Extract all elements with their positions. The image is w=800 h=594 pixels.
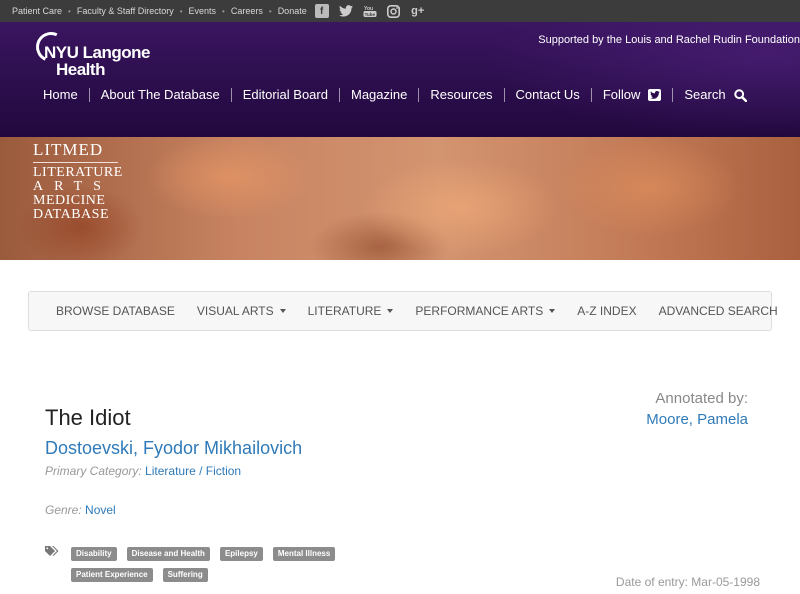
database-nav: BROWSE DATABASE VISUAL ARTS LITERATURE P… — [28, 291, 778, 331]
twitter-icon[interactable] — [648, 89, 662, 101]
subnav-visual-arts[interactable]: VISUAL ARTS — [186, 304, 297, 318]
banner-line3: ARTS — [33, 179, 112, 194]
utility-separator: • — [68, 6, 71, 16]
utility-link-directory[interactable]: Faculty & Staff Directory — [77, 6, 174, 16]
search-icon[interactable] — [733, 88, 747, 102]
subnav-performance-arts[interactable]: PERFORMANCE ARTS — [404, 304, 566, 318]
annotator-block: Annotated by: Moore, Pamela — [646, 390, 748, 428]
utility-link-careers[interactable]: Careers — [231, 6, 263, 16]
tag-disability[interactable]: Disability — [71, 547, 117, 561]
caret-down-icon — [549, 309, 556, 313]
site-header: NYU Langone Health Supported by the Loui… — [0, 22, 800, 137]
utility-separator: • — [179, 6, 183, 16]
google-plus-icon[interactable]: g+ — [411, 4, 425, 18]
instagram-icon[interactable] — [387, 4, 401, 18]
subnav-literature-label: LITERATURE — [307, 304, 382, 318]
utility-link-patient-care[interactable]: Patient Care — [12, 6, 62, 16]
subnav-advanced-search[interactable]: ADVANCED SEARCH — [648, 304, 789, 318]
logo-text-line2: Health — [56, 60, 105, 79]
subnav-browse-database[interactable]: BROWSE DATABASE — [45, 304, 186, 318]
tag-suffering[interactable]: Suffering — [162, 568, 208, 582]
banner-line1: LITMED — [33, 140, 104, 159]
subnav-az-index[interactable]: A-Z INDEX — [566, 304, 647, 318]
nav-about[interactable]: About The Database — [88, 88, 231, 102]
keyword-tags: Disability Disease and Health Epilepsy M… — [71, 547, 371, 589]
genre: Genre: Novel — [45, 503, 116, 517]
nav-search[interactable]: Search — [672, 88, 757, 102]
supported-by-text: Supported by the Louis and Rachel Rudin … — [538, 34, 800, 46]
litmed-banner: LITMED LITERATURE ARTS MEDICINE DATABASE — [0, 137, 800, 260]
tag-disease-and-health[interactable]: Disease and Health — [126, 547, 210, 561]
genre-label: Genre: — [45, 503, 82, 517]
subnav-visual-arts-label: VISUAL ARTS — [196, 304, 274, 318]
nav-resources[interactable]: Resources — [418, 88, 503, 102]
entry-title: The Idiot — [45, 405, 131, 430]
twitter-icon[interactable] — [338, 4, 353, 18]
category-literature-link[interactable]: Literature — [145, 464, 196, 478]
tag-mental-illness[interactable]: Mental Illness — [272, 547, 336, 561]
tags-icon — [44, 545, 60, 563]
author-link[interactable]: Dostoevski, Fyodor Mikhailovich — [45, 438, 302, 459]
tag-row: Disability Disease and Health Epilepsy M… — [71, 547, 371, 561]
nav-contact[interactable]: Contact Us — [503, 88, 591, 102]
tag-row: Patient Experience Suffering — [71, 568, 371, 582]
genre-novel-link[interactable]: Novel — [85, 503, 116, 517]
utility-separator: • — [222, 6, 225, 16]
utility-separator: • — [268, 6, 272, 16]
banner-line5: DATABASE — [33, 207, 109, 222]
litmed-wordmark[interactable]: LITMED LITERATURE ARTS MEDICINE DATABASE — [33, 140, 123, 222]
category-separator: / — [195, 464, 206, 478]
banner-line2: LITERATURE — [33, 165, 123, 180]
category-fiction-link[interactable]: Fiction — [206, 464, 241, 478]
primary-category-label: Primary Category: — [45, 464, 142, 478]
social-links: f You Tube g+ — [314, 4, 425, 18]
nav-home[interactable]: Home — [32, 88, 89, 102]
nav-search-label: Search — [684, 87, 726, 102]
banner-divider — [33, 162, 118, 163]
utility-bar: Patient Care • Faculty & Staff Directory… — [0, 0, 800, 22]
nav-magazine[interactable]: Magazine — [338, 88, 418, 102]
primary-category: Primary Category: Literature / Fiction — [45, 464, 241, 478]
svg-text:Tube: Tube — [364, 12, 375, 17]
subnav-literature[interactable]: LITERATURE — [297, 304, 405, 318]
utility-link-events[interactable]: Events — [189, 6, 217, 16]
utility-link-donate[interactable]: Donate — [278, 6, 307, 16]
caret-down-icon — [387, 309, 394, 313]
subnav-performance-arts-label: PERFORMANCE ARTS — [415, 304, 544, 318]
tag-patient-experience[interactable]: Patient Experience — [71, 568, 153, 582]
banner-line4: MEDICINE — [33, 193, 106, 208]
annotator-link[interactable]: Moore, Pamela — [646, 411, 748, 428]
facebook-icon[interactable]: f — [314, 4, 329, 18]
date-of-entry: Date of entry: Mar-05-1998 — [615, 575, 760, 589]
youtube-icon[interactable]: You Tube — [363, 4, 377, 18]
nav-follow-label: Follow — [602, 87, 641, 102]
main-nav: Home About The Database Editorial Board … — [32, 88, 758, 102]
caret-down-icon — [279, 309, 286, 313]
nav-editorial-board[interactable]: Editorial Board — [230, 88, 339, 102]
tag-epilepsy[interactable]: Epilepsy — [219, 547, 263, 561]
annotated-by-label: Annotated by: — [655, 390, 748, 407]
nav-follow[interactable]: Follow — [590, 87, 673, 102]
nyu-langone-logo[interactable]: NYU Langone Health — [31, 27, 150, 79]
